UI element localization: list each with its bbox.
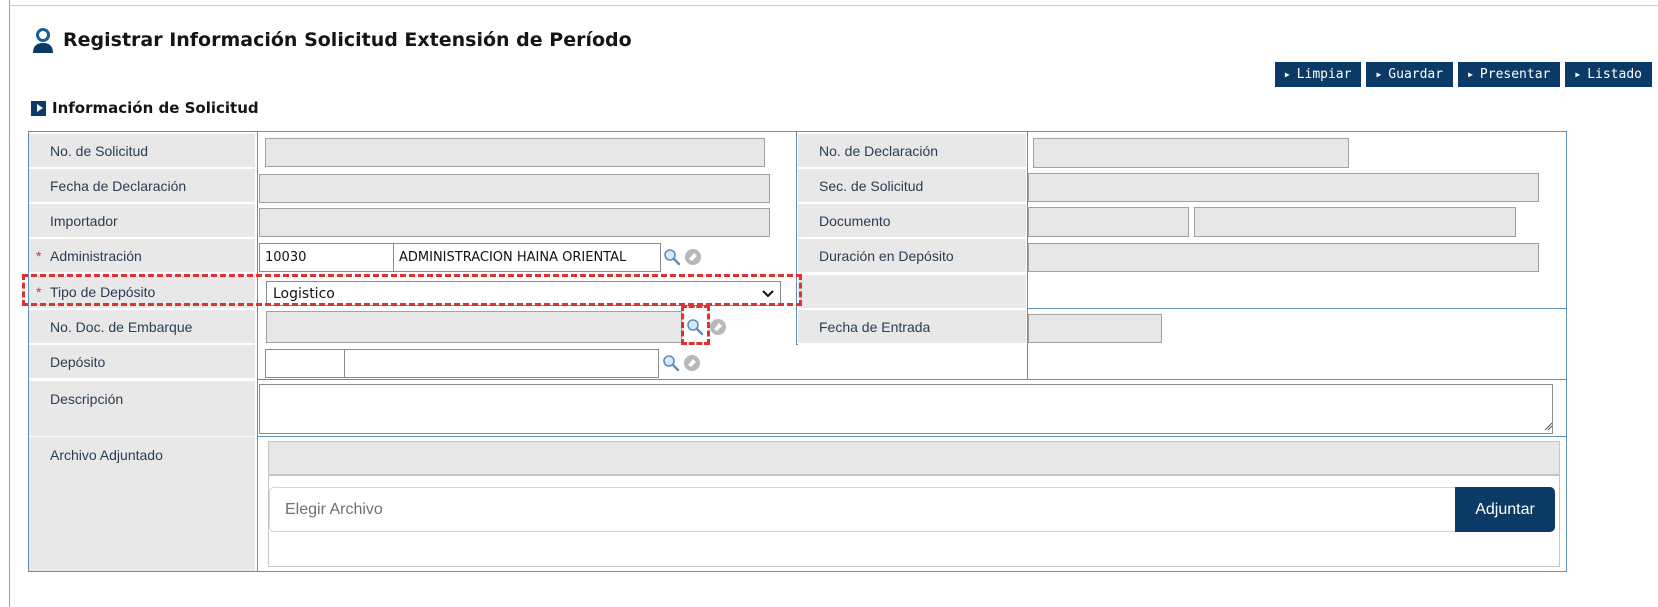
tipo-deposito-value: Logistico — [273, 285, 335, 302]
guardar-button-label: Guardar — [1388, 67, 1444, 82]
label-importador-text: Importador — [50, 212, 118, 229]
no-doc-embarque-input[interactable] — [266, 311, 682, 343]
guardar-button[interactable]: ▶ Guardar — [1366, 62, 1454, 87]
search-icon[interactable] — [663, 248, 681, 266]
action-toolbar: ▶ Limpiar ▶ Guardar ▶ Presentar ▶ Listado — [1274, 62, 1652, 87]
fecha-declaracion-input[interactable] — [259, 174, 770, 203]
grid-divider — [258, 379, 1566, 380]
documento-input-2[interactable] — [1194, 207, 1516, 237]
deposito-name-input[interactable] — [344, 349, 659, 378]
listado-button-label: Listado — [1587, 67, 1642, 82]
grid-divider — [1028, 308, 1566, 309]
user-profile-icon — [33, 28, 53, 53]
label-empty — [798, 275, 1026, 308]
eraser-icon[interactable] — [684, 248, 702, 266]
label-no-declaracion-text: No. de Declaración — [819, 142, 939, 159]
importador-input[interactable] — [259, 208, 770, 237]
eraser-icon[interactable] — [683, 354, 701, 372]
no-declaracion-input[interactable] — [1033, 138, 1349, 168]
label-documento-text: Documento — [819, 212, 891, 229]
required-mark: * — [36, 283, 42, 300]
label-sec-solicitud: Sec. de Solicitud — [798, 169, 1026, 202]
fecha-entrada-input[interactable] — [1028, 314, 1162, 343]
caret-right-icon: ▶ — [1284, 70, 1290, 79]
presentar-button[interactable]: ▶ Presentar — [1458, 62, 1561, 87]
label-fecha-entrada: Fecha de Entrada — [798, 310, 1026, 343]
section-header: Información de Solicitud — [31, 99, 259, 117]
label-tipo-deposito: * Tipo de Depósito — [29, 275, 255, 308]
presentar-button-label: Presentar — [1479, 67, 1551, 82]
label-archivo-adjuntado-text: Archivo Adjuntado — [50, 447, 163, 463]
label-archivo-adjuntado: Archivo Adjuntado — [29, 437, 255, 571]
label-no-doc-embarque: No. Doc. de Embarque — [29, 310, 255, 343]
section-title: Información de Solicitud — [52, 99, 259, 117]
label-administracion: * Administración — [29, 239, 255, 272]
label-deposito: Depósito — [29, 345, 255, 378]
label-administracion-text: Administración — [50, 247, 142, 264]
no-solicitud-input[interactable] — [265, 138, 765, 167]
grid-divider — [258, 436, 1566, 437]
grid-divider — [796, 344, 798, 345]
frame-top-border — [9, 5, 1658, 6]
label-sec-solicitud-text: Sec. de Solicitud — [819, 177, 924, 194]
caret-right-icon: ▶ — [1575, 70, 1581, 79]
administracion-code-input[interactable]: 10030 — [259, 243, 394, 272]
page-header: Registrar Información Solicitud Extensió… — [31, 23, 632, 57]
grid-divider — [796, 132, 797, 345]
label-documento: Documento — [798, 204, 1026, 237]
deposito-code-input[interactable] — [265, 349, 345, 378]
chevron-down-icon — [762, 289, 774, 297]
label-fecha-entrada-text: Fecha de Entrada — [819, 318, 931, 335]
attachment-list-header — [268, 441, 1560, 475]
label-fecha-declaracion: Fecha de Declaración — [29, 169, 255, 202]
search-icon[interactable] — [662, 354, 680, 372]
search-icon[interactable] — [686, 318, 704, 336]
resize-grip-icon[interactable] — [1543, 421, 1553, 431]
section-arrow-icon — [31, 100, 46, 116]
label-fecha-declaracion-text: Fecha de Declaración — [50, 177, 187, 194]
sec-solicitud-input[interactable] — [1028, 173, 1539, 202]
duracion-deposito-input[interactable] — [1028, 243, 1539, 272]
page-title: Registrar Información Solicitud Extensió… — [63, 29, 632, 51]
required-mark: * — [36, 247, 42, 264]
documento-input-1[interactable] — [1028, 207, 1189, 237]
label-importador: Importador — [29, 204, 255, 237]
administracion-name-input[interactable]: ADMINISTRACION HAINA ORIENTAL — [393, 243, 661, 272]
frame-left-border — [9, 0, 10, 607]
label-tipo-deposito-text: Tipo de Depósito — [50, 283, 156, 300]
listado-button[interactable]: ▶ Listado — [1565, 62, 1652, 87]
descripcion-textarea[interactable] — [259, 384, 1553, 434]
caret-right-icon: ▶ — [1468, 70, 1473, 79]
limpiar-button-label: Limpiar — [1296, 67, 1352, 82]
limpiar-button[interactable]: ▶ Limpiar — [1274, 62, 1362, 87]
tipo-deposito-select[interactable]: Logistico — [266, 281, 781, 306]
label-no-solicitud: No. de Solicitud — [29, 134, 255, 167]
label-duracion-deposito: Duración en Depósito — [798, 239, 1026, 272]
label-no-solicitud-text: No. de Solicitud — [50, 142, 149, 159]
label-deposito-text: Depósito — [50, 353, 106, 370]
label-no-declaracion: No. de Declaración — [798, 134, 1026, 167]
caret-right-icon: ▶ — [1376, 70, 1382, 79]
label-descripcion: Descripción — [29, 381, 255, 436]
eraser-icon[interactable] — [709, 318, 727, 336]
file-picker-input[interactable]: Elegir Archivo — [269, 487, 1455, 532]
label-descripcion-text: Descripción — [50, 391, 124, 407]
grid-divider — [257, 132, 258, 572]
label-duracion-deposito-text: Duración en Depósito — [819, 247, 954, 264]
label-no-doc-embarque-text: No. Doc. de Embarque — [50, 318, 193, 335]
adjuntar-button[interactable]: Adjuntar — [1455, 487, 1555, 532]
